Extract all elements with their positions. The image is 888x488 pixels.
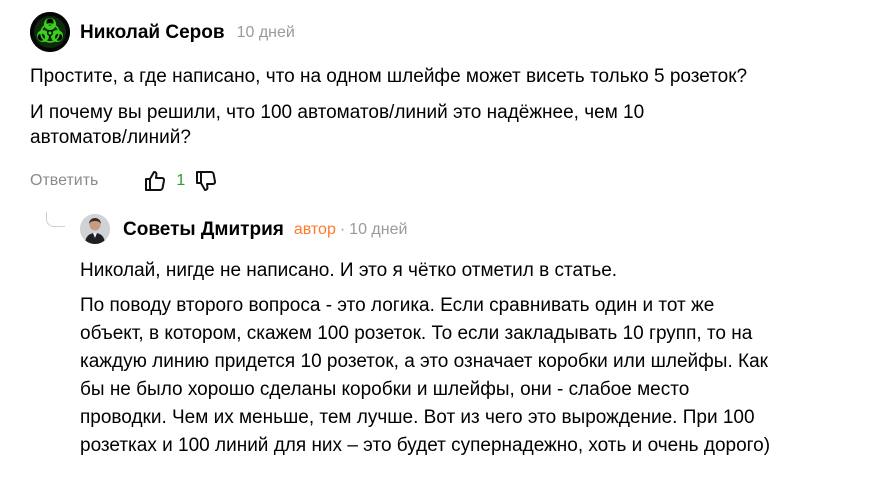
comment-header: Николай Серов 10 дней <box>80 20 295 46</box>
comment-body: Простите, а где написано, что на одном ш… <box>30 64 830 150</box>
author-badge: автор <box>293 221 336 238</box>
biohazard-avatar-icon[interactable] <box>30 12 70 52</box>
thread-connector <box>46 212 65 227</box>
comment-paragraph: И почему вы решили, что 100 автоматов/ли… <box>30 102 645 148</box>
comment-paragraph: Простите, а где написано, что на одном ш… <box>30 66 748 87</box>
person-avatar-icon[interactable] <box>80 214 110 244</box>
like-count: 1 <box>176 172 186 189</box>
reply-paragraph: Николай, нигде не написано. И это я чётк… <box>80 260 618 281</box>
separator-dot: · <box>339 221 346 238</box>
thumbs-up-icon[interactable] <box>142 168 168 194</box>
reply-author-name[interactable]: Советы Дмитрия <box>123 219 284 241</box>
thumbs-down-icon[interactable] <box>193 168 219 194</box>
reply-header: Советы Дмитрия автор · 10 дней <box>123 218 407 242</box>
author-name[interactable]: Николай Серов <box>80 22 225 44</box>
reply-paragraph: По поводу второго вопроса - это логика. … <box>80 295 771 456</box>
reply-time[interactable]: 10 дней <box>349 221 407 239</box>
reply-button[interactable]: Ответить <box>30 172 98 190</box>
comment-actions: Ответить 1 <box>30 164 219 198</box>
reply-body: Николай, нигде не написано. И это я чётк… <box>80 258 780 460</box>
comment-time[interactable]: 10 дней <box>237 24 295 42</box>
